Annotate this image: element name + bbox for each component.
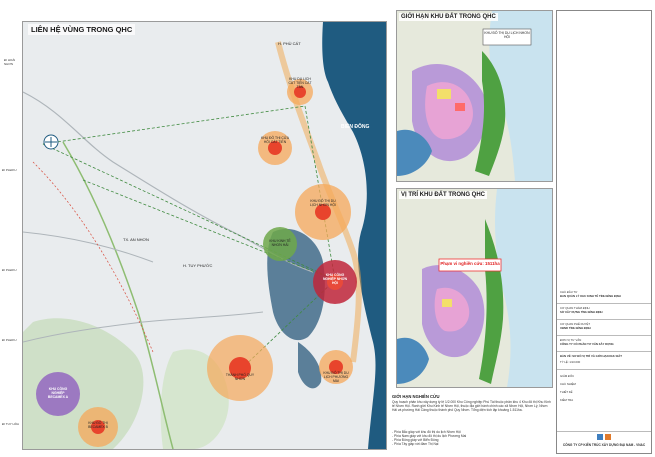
notes-body: Quy hoạch phân khu xây dựng tỷ lệ 1/2.00… bbox=[392, 400, 551, 412]
inset-top-map: GIỚI HẠN KHU ĐẤT TRONG QHC KHU ĐÔ THỊ DU… bbox=[396, 10, 553, 182]
inset-top-title: GIỚI HẠN KHU ĐẤT TRONG QHC bbox=[399, 13, 498, 21]
district-label: H. PHÙ CÁT bbox=[278, 41, 301, 46]
title-block-row: TỶ LỆ: 1/10.000 bbox=[560, 360, 581, 364]
direction-label: ĐI PLEIKU bbox=[2, 338, 17, 342]
title-block-row: BAN QUẢN LÝ KHU KINH TẾ TỈNH BÌNH ĐỊNH bbox=[560, 294, 621, 298]
district-label: TX. AN NHƠN bbox=[123, 237, 149, 242]
sea-label: BIỂN ĐÔNG bbox=[341, 124, 370, 130]
title-block-row: KIỂM TRA bbox=[560, 398, 574, 402]
study-area-label: Phạm vi nghiên cứu: 1511ha bbox=[440, 261, 500, 266]
company-logo-icon bbox=[597, 434, 611, 440]
zone-label: KHU KINH TẾ NHƠN HẢI bbox=[269, 239, 291, 247]
zone-label: KHU CÔNG NGHIỆP NHƠN HỘI bbox=[322, 273, 348, 285]
company-name: CÔNG TY CP KIẾN TRÚC XÂY DỰNG ĐẠI NAM - … bbox=[562, 443, 646, 447]
zone-label: KHU ĐÔ THỊ CỬA HỘI CÁT TIẾN bbox=[260, 136, 290, 144]
direction-label: ĐI HOÀI NHƠN bbox=[4, 58, 16, 66]
notes-list: - Phía Bắc giáp với khu đô thị du lịch N… bbox=[392, 430, 552, 446]
title-block-row: GIÁM ĐỐC bbox=[560, 374, 575, 378]
notes-title: GIỚI HẠN NGHIÊN CỨU bbox=[392, 394, 440, 399]
direction-label: ĐI PLEIKU bbox=[2, 268, 17, 272]
zone-label: KHU ĐÔ THỊ DU LỊCH PHƯƠNG MAI bbox=[323, 371, 349, 383]
title-block-row: THIẾT KẾ bbox=[560, 390, 573, 394]
inset-bottom-graphic bbox=[397, 189, 552, 387]
list-item: - Phía Tây giáp với đầm Thị Nại bbox=[392, 442, 439, 446]
direction-label: ĐI PLEIKU bbox=[2, 168, 17, 172]
zone-label: KHU DU LỊCH CÁT TIẾN CÁT TÂN bbox=[288, 77, 312, 89]
inset-bottom-title: VỊ TRÍ KHU ĐẤT TRONG QHC bbox=[399, 191, 487, 199]
zone-label: KHU ĐÔ THỊ DU LỊCH NHƠN HỘI bbox=[310, 199, 336, 207]
inset-bottom-map: VỊ TRÍ KHU ĐẤT TRONG QHC Phạm vi nghiên … bbox=[396, 188, 553, 388]
direction-label: ĐI TUY HÒA bbox=[2, 422, 20, 426]
zone-label: KHU CÔNG NGHIỆP BECAMEX A bbox=[47, 387, 69, 399]
map-sheet: LIÊN HỆ VÙNG TRONG QHC BIỂN ĐÔNG H. PHÙ … bbox=[0, 0, 655, 457]
main-map: LIÊN HỆ VÙNG TRONG QHC BIỂN ĐÔNG H. PHÙ … bbox=[22, 21, 387, 450]
title-block-row: UBND TỈNH BÌNH ĐỊNH bbox=[560, 326, 591, 330]
title-block-row: CÔNG TY CỔ PHẦN TƯ VẤN XÂY DỰNG bbox=[560, 342, 614, 346]
title-block-row: CHỦ NHIỆM bbox=[560, 382, 576, 386]
inset-top-callout: KHU ĐÔ THỊ DU LỊCH NHƠN HỘI bbox=[484, 31, 530, 39]
title-block-row: BẢN VẼ: SƠ ĐỒ VỊ TRÍ VÀ GIỚI HẠN KHU ĐẤT bbox=[560, 354, 622, 358]
main-map-graphic bbox=[23, 22, 386, 449]
title-block: CHỦ ĐẦU TƯ BAN QUẢN LÝ KHU KINH TẾ TỈNH … bbox=[556, 10, 652, 454]
zone-label: KHU ĐÔ THỊ BECAMEX B bbox=[88, 421, 108, 429]
main-map-title: LIÊN HỆ VÙNG TRONG QHC bbox=[28, 24, 136, 35]
zone-label: THÀNH PHỐ QUY NHƠN bbox=[225, 373, 255, 381]
district-label: H. TUY PHƯỚC bbox=[183, 263, 213, 268]
title-block-row: SỞ XÂY DỰNG TỈNH BÌNH ĐỊNH bbox=[560, 310, 603, 314]
